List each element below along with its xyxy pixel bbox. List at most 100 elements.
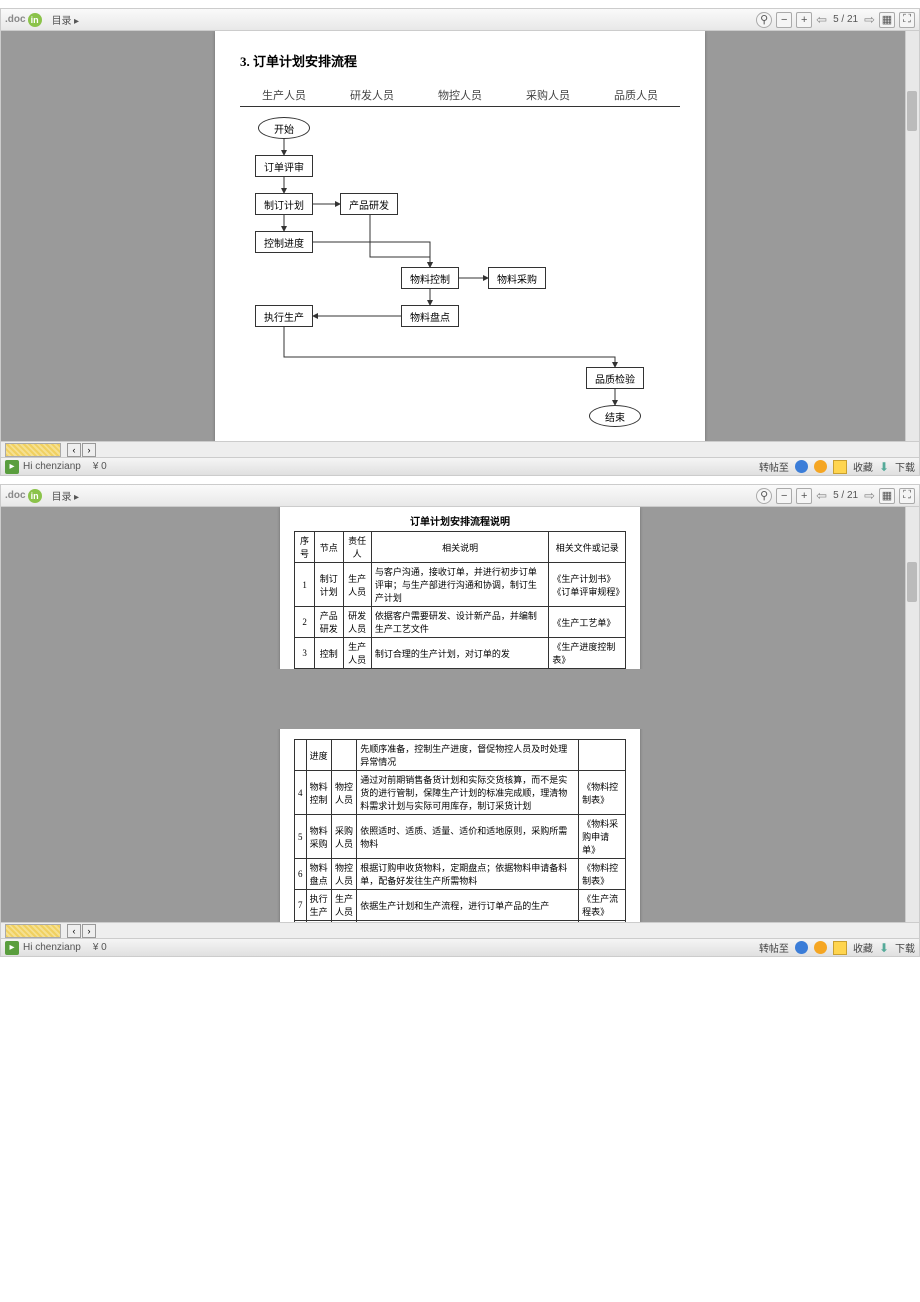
cell-owner: 生产人员: [343, 638, 371, 669]
document-area: 订单计划安排流程说明 序号 节点 责任人 相关说明 相关文件或记录 1制订计划生…: [1, 507, 919, 922]
toolbar: .doc in 目录 ▸ ⚲ − + ⇦ 5 / 21 ⇨ ▦ ⛶: [1, 485, 919, 507]
cell-n: 3: [295, 638, 315, 669]
mini-btn-1[interactable]: ‹: [67, 924, 81, 938]
cell-docs: 《物料采购申请单》: [579, 815, 626, 859]
mini-btn-2[interactable]: ›: [82, 443, 96, 457]
fullscreen-button[interactable]: ⛶: [899, 488, 915, 504]
mini-btn-2[interactable]: ›: [82, 924, 96, 938]
cell-desc: 与客户沟通，接收订单，并进行初步订单评审；与生产部进行沟通和协调，制订生产计划: [371, 563, 549, 607]
scrollbar[interactable]: [905, 31, 919, 441]
grid-view-button[interactable]: ▦: [879, 12, 895, 28]
cell-n: 2: [295, 607, 315, 638]
cell-node: 物料控制: [306, 771, 331, 815]
zoom-in-button[interactable]: +: [796, 12, 812, 28]
th-desc: 相关说明: [371, 532, 549, 563]
cell-n: [295, 740, 307, 771]
cell-docs: 《生产计划书》《订单评审规程》: [549, 563, 626, 607]
lane-1: 生产人员: [240, 84, 328, 106]
cell-desc: 依据客户需要研发、设计新产品，并编制生产工艺文件: [371, 607, 549, 638]
download-label[interactable]: 下载: [895, 459, 915, 474]
share-label[interactable]: 转帖至: [759, 459, 789, 474]
lane-4: 采购人员: [504, 84, 592, 106]
cell-node: 产品研发: [315, 607, 343, 638]
ad-banner[interactable]: [5, 443, 61, 457]
flow-plan: 制订计划: [255, 193, 313, 215]
cell-owner: 生产人员: [331, 890, 356, 921]
cell-node: 品质控管: [306, 921, 331, 923]
fav-icon[interactable]: [833, 460, 847, 474]
desc-table-bottom: 进度先顺序准备，控制生产进度，督促物控人员及时处理异常情况4物料控制物控人员通过…: [294, 739, 626, 922]
document-page: 订单计划安排流程说明 序号 节点 责任人 相关说明 相关文件或记录 1制订计划生…: [280, 507, 640, 922]
cell-n: 1: [295, 563, 315, 607]
th-owner: 责任人: [343, 532, 371, 563]
cell-node: 制订计划: [315, 563, 343, 607]
logo-badge: in: [28, 489, 42, 503]
zoom-icon[interactable]: ⚲: [756, 12, 772, 28]
cell-owner: 物控人员: [331, 771, 356, 815]
cell-docs: 《物料控制表》: [579, 859, 626, 890]
menu-toc[interactable]: 目录 ▸: [52, 488, 80, 503]
logo-text: .doc: [5, 14, 26, 25]
zoom-in-button[interactable]: +: [796, 488, 812, 504]
logo: .doc in: [5, 489, 42, 503]
zoom-out-button[interactable]: −: [776, 488, 792, 504]
cell-owner: 物控人员: [331, 859, 356, 890]
cell-node: 控制: [315, 638, 343, 669]
prev-page-button[interactable]: ⇦: [816, 488, 827, 504]
fav-icon[interactable]: [833, 941, 847, 955]
cell-owner: 采购人员: [331, 815, 356, 859]
table-row: 1制订计划生产人员与客户沟通，接收订单，并进行初步订单评审；与生产部进行沟通和协…: [295, 563, 626, 607]
document-area: 3. 订单计划安排流程 生产人员 研发人员 物控人员 采购人员 品质人员: [1, 31, 919, 441]
download-icon[interactable]: ⬇: [879, 941, 889, 955]
zoom-icon[interactable]: ⚲: [756, 488, 772, 504]
share-label[interactable]: 转帖至: [759, 940, 789, 955]
table-row: 6物料盘点物控人员根据订购申收货物料，定期盘点；依据物料申请备料单，配备好发往生…: [295, 859, 626, 890]
download-icon[interactable]: ⬇: [879, 460, 889, 474]
cell-docs: 《物料控制表》: [579, 771, 626, 815]
share-icon-2[interactable]: [814, 941, 827, 954]
logo: .doc in: [5, 13, 42, 27]
zoom-out-button[interactable]: −: [776, 12, 792, 28]
table-row: 7执行生产生产人员依据生产计划和生产流程，进行订单产品的生产《生产流程表》: [295, 890, 626, 921]
cell-n: 8: [295, 921, 307, 923]
prev-page-button[interactable]: ⇦: [816, 12, 827, 28]
ad-banner[interactable]: [5, 924, 61, 938]
price-label: ¥ 0: [93, 942, 107, 953]
share-icon-2[interactable]: [814, 460, 827, 473]
cell-owner: 品质人员: [331, 921, 356, 923]
next-page-button[interactable]: ⇨: [864, 488, 875, 504]
cell-desc: 根据订购申收货物料，定期盘点；依据物料申请备料单，配备好发往生产所需物料: [357, 859, 579, 890]
th-docs: 相关文件或记录: [549, 532, 626, 563]
table-row: 3控制生产人员制订合理的生产计划，对订单的发《生产进度控制表》: [295, 638, 626, 669]
toolbar: .doc in 目录 ▸ ⚲ − + ⇦ 5 / 21 ⇨ ▦ ⛶: [1, 9, 919, 31]
page-break: [269, 669, 651, 729]
cell-owner: [331, 740, 356, 771]
logo-text: .doc: [5, 490, 26, 501]
next-page-button[interactable]: ⇨: [864, 12, 875, 28]
cell-docs: 《品质检验报告书》: [579, 921, 626, 923]
table-row: 进度先顺序准备，控制生产进度，督促物控人员及时处理异常情况: [295, 740, 626, 771]
share-icon-1[interactable]: [795, 460, 808, 473]
fav-label[interactable]: 收藏: [853, 940, 873, 955]
page-indicator: 5 / 21: [833, 14, 858, 25]
scroll-thumb[interactable]: [907, 562, 917, 602]
swimlane-header: 生产人员 研发人员 物控人员 采购人员 品质人员: [240, 84, 680, 107]
table-title: 订单计划安排流程说明: [294, 513, 626, 528]
share-icon-1[interactable]: [795, 941, 808, 954]
scrollbar[interactable]: [905, 507, 919, 922]
grid-view-button[interactable]: ▦: [879, 488, 895, 504]
scroll-thumb[interactable]: [907, 91, 917, 131]
fav-label[interactable]: 收藏: [853, 459, 873, 474]
lane-3: 物控人员: [416, 84, 504, 106]
flow-check: 物料盘点: [401, 305, 459, 327]
cell-desc: 依据生产计划和生产流程，进行订单产品的生产: [357, 890, 579, 921]
mini-btn-1[interactable]: ‹: [67, 443, 81, 457]
table-row: 8品质控管品质人员严格按照检验流程，进行生产过程检验，保证产品质量和交货期；批准…: [295, 921, 626, 923]
cell-docs: 《生产进度控制表》: [549, 638, 626, 669]
cell-desc: 通过对前期销售备货计划和实际交货核算，而不是实货的进行管制，保障生产计划的标准完…: [357, 771, 579, 815]
user-greeting: Hi chenzianp: [23, 461, 81, 472]
download-label[interactable]: 下载: [895, 940, 915, 955]
menu-toc[interactable]: 目录 ▸: [52, 12, 80, 27]
fullscreen-button[interactable]: ⛶: [899, 12, 915, 28]
cell-n: 7: [295, 890, 307, 921]
